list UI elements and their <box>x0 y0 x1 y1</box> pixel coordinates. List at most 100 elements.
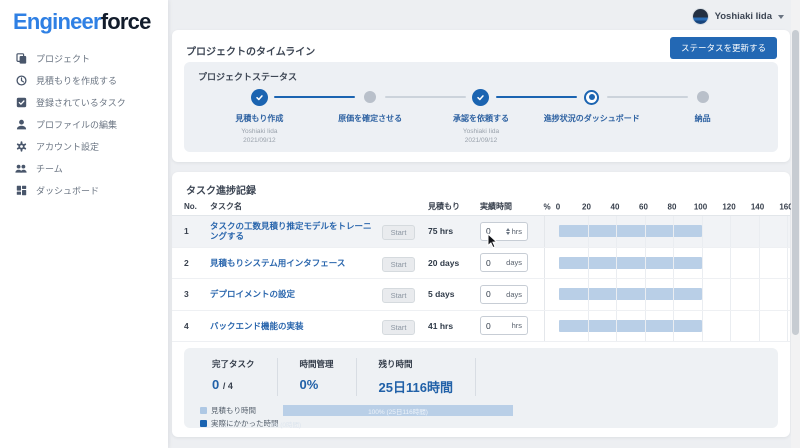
sidebar: Engineerforce プロジェクト 見積もりを作成する 登録されているタス… <box>0 0 168 448</box>
gridline <box>702 216 703 247</box>
gridline <box>588 311 589 342</box>
step-label: 見積もり作成 <box>204 113 315 124</box>
task-progress-chart-cell <box>544 279 790 310</box>
task-progress-bar <box>559 225 702 237</box>
gridline <box>730 248 731 279</box>
status-stepper: 見積もり作成 Yoshiaki Iida2021/09/12 原価を確定させる … <box>204 88 758 146</box>
sidebar-item-registered-tasks[interactable]: 登録されているタスク <box>0 91 168 113</box>
actual-swatch-icon <box>200 420 207 427</box>
stat-value: 25日116時間 <box>379 377 453 396</box>
gridline <box>645 216 646 247</box>
legend-row-actual: 実際にかかった時間 0% (0時間) <box>200 418 778 429</box>
clock-icon <box>15 74 27 86</box>
stat-value: 0 <box>212 377 219 392</box>
stat-value: 0% <box>300 377 334 392</box>
gridline <box>616 216 617 247</box>
legend-row-estimate: 見積もり時間 100% (25日116時間) <box>200 405 778 416</box>
gridline <box>645 279 646 310</box>
axis-tick-label: 140 <box>751 202 764 211</box>
task-no: 2 <box>184 258 210 268</box>
sidebar-item-label: 登録されているタスク <box>36 96 126 109</box>
update-status-button[interactable]: ステータスを更新する <box>670 37 777 59</box>
sidebar-item-label: プロファイルの編集 <box>36 118 117 131</box>
step-meta: Yoshiaki Iida2021/09/12 <box>204 127 315 146</box>
task-no: 4 <box>184 321 210 331</box>
table-row[interactable]: 1 タスクの工数見積り推定モデルをトレーニングする Start 75 hrs 0… <box>172 216 790 248</box>
sidebar-item-dashboard[interactable]: ダッシュボード <box>0 179 168 201</box>
actual-unit: hrs <box>512 321 522 330</box>
start-button[interactable]: Start <box>382 257 415 272</box>
dashboard-icon <box>15 184 27 196</box>
actual-time-input[interactable]: 0 days <box>480 285 528 304</box>
sidebar-nav: プロジェクト 見積もりを作成する 登録されているタスク プロファイルの編集 アカ… <box>0 47 168 201</box>
task-name-link[interactable]: バックエンド機能の実装 <box>210 321 382 331</box>
user-name: Yoshiaki Iida <box>715 11 772 22</box>
axis-tick-label: 100 <box>694 202 707 211</box>
gridline <box>673 311 674 342</box>
vertical-scrollbar[interactable] <box>791 0 800 448</box>
gridline <box>673 216 674 247</box>
sidebar-item-create-estimate[interactable]: 見積もりを作成する <box>0 69 168 91</box>
sidebar-item-edit-profile[interactable]: プロファイルの編集 <box>0 113 168 135</box>
sidebar-item-team[interactable]: チーム <box>0 157 168 179</box>
estimate-swatch-icon <box>200 407 207 414</box>
gridline <box>645 311 646 342</box>
task-name-link[interactable]: タスクの工数見積り推定モデルをトレーニングする <box>210 221 382 241</box>
copy-icon <box>15 52 27 64</box>
start-button[interactable]: Start <box>382 225 415 240</box>
user-menu[interactable]: Yoshiaki Iida <box>692 8 784 25</box>
actual-unit: days <box>506 258 522 267</box>
actual-time-input[interactable]: 0 hrs <box>480 316 528 335</box>
logo-text-primary: Engineer <box>13 9 101 34</box>
scrollbar-thumb[interactable] <box>792 30 799 335</box>
actual-time-input[interactable]: 0 hrs <box>480 222 528 241</box>
start-button[interactable]: Start <box>382 288 415 303</box>
gridline <box>645 248 646 279</box>
gridline <box>759 311 760 342</box>
task-no: 3 <box>184 289 210 299</box>
gridline <box>588 248 589 279</box>
step-current-radio-icon <box>584 90 599 105</box>
summary-panel: 完了タスク 0 / 4 時間管理 0% 残り時間 25日116時間 見積もり時間… <box>184 348 778 428</box>
sidebar-item-account-settings[interactable]: アカウント設定 <box>0 135 168 157</box>
sidebar-item-label: チーム <box>36 162 63 175</box>
gridline <box>702 248 703 279</box>
gridline <box>616 311 617 342</box>
gridline <box>787 248 788 279</box>
stepper-labels: 見積もり作成 Yoshiaki Iida2021/09/12 原価を確定させる … <box>204 113 758 146</box>
avatar[interactable] <box>692 8 709 25</box>
task-card-title: タスク進捗記録 <box>186 182 256 197</box>
task-name-link[interactable]: 見積もりシステム用インタフェース <box>210 258 382 268</box>
number-spinner-icon[interactable] <box>506 228 510 235</box>
table-row[interactable]: 3 デプロイメントの設定 Start 5 days 0 days <box>172 279 790 311</box>
step-pending-dot-icon <box>697 91 709 103</box>
time-legend: 見積もり時間 100% (25日116時間) 実際にかかった時間 0% (0時間… <box>200 405 778 429</box>
table-row[interactable]: 2 見積もりシステム用インタフェース Start 20 days 0 days <box>172 248 790 280</box>
estimate-bar-text: 100% (25日116時間) <box>368 406 428 416</box>
stat-label: 残り時間 <box>379 358 453 370</box>
actual-value: 0 <box>486 226 504 236</box>
axis-unit-label: % <box>543 202 550 211</box>
table-row[interactable]: 4 バックエンド機能の実装 Start 41 hrs 0 hrs <box>172 311 790 343</box>
gridline <box>759 279 760 310</box>
stat-total: / 4 <box>223 381 233 391</box>
actual-unit: hrs <box>512 227 522 236</box>
gridline <box>730 279 731 310</box>
step-pending-dot-icon <box>364 91 376 103</box>
axis-tick-label: 80 <box>668 202 677 211</box>
actual-unit: days <box>506 290 522 299</box>
task-estimate: 5 days <box>428 289 480 299</box>
step-label: 原価を確定させる <box>315 113 426 124</box>
actual-time-input[interactable]: 0 days <box>480 253 528 272</box>
gridline <box>673 248 674 279</box>
actual-value: 0 <box>486 258 504 268</box>
stat-label: 時間管理 <box>300 358 334 370</box>
actual-bar-text: 0% (0時間) <box>269 419 301 429</box>
task-name-link[interactable]: デプロイメントの設定 <box>210 289 382 299</box>
gridline <box>673 279 674 310</box>
stepper-track <box>204 88 758 106</box>
task-check-icon <box>15 96 27 108</box>
sidebar-item-projects[interactable]: プロジェクト <box>0 47 168 69</box>
start-button[interactable]: Start <box>382 320 415 335</box>
project-timeline-card: プロジェクトのタイムライン ステータスを更新する プロジェクトステータス 見積も… <box>172 30 790 162</box>
